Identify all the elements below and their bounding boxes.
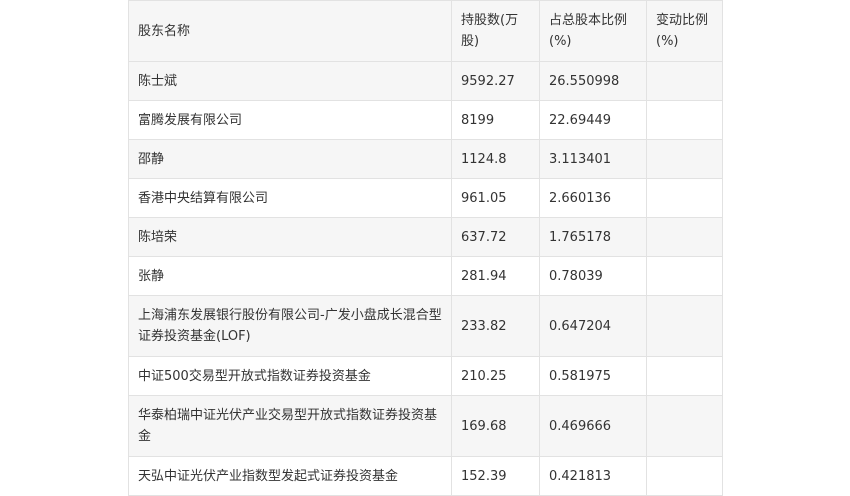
table-row: 陈士斌 9592.27 26.550998 xyxy=(128,61,723,101)
cell-change xyxy=(646,61,723,101)
cell-name: 上海浦东发展银行股份有限公司-广发小盘成长混合型证券投资基金(LOF) xyxy=(128,295,452,357)
cell-change xyxy=(646,295,723,357)
table-row: 陈培荣 637.72 1.765178 xyxy=(128,217,723,257)
cell-ratio: 2.660136 xyxy=(539,178,647,218)
cell-shares: 961.05 xyxy=(451,178,540,218)
cell-shares: 9592.27 xyxy=(451,61,540,101)
cell-name: 中证500交易型开放式指数证券投资基金 xyxy=(128,356,452,396)
cell-name: 富腾发展有限公司 xyxy=(128,100,452,140)
header-share-ratio: 占总股本比例(%) xyxy=(539,0,647,62)
table-row: 富腾发展有限公司 8199 22.69449 xyxy=(128,100,723,140)
cell-change xyxy=(646,178,723,218)
table-row: 天弘中证光伏产业指数型发起式证券投资基金 152.39 0.421813 xyxy=(128,456,723,496)
cell-name: 邵静 xyxy=(128,139,452,179)
cell-shares: 152.39 xyxy=(451,456,540,496)
table-row: 邵静 1124.8 3.113401 xyxy=(128,139,723,179)
cell-shares: 1124.8 xyxy=(451,139,540,179)
table-row: 张静 281.94 0.78039 xyxy=(128,256,723,296)
cell-ratio: 0.469666 xyxy=(539,395,647,457)
cell-shares: 210.25 xyxy=(451,356,540,396)
cell-change xyxy=(646,395,723,457)
cell-ratio: 1.765178 xyxy=(539,217,647,257)
cell-name: 陈培荣 xyxy=(128,217,452,257)
cell-shares: 637.72 xyxy=(451,217,540,257)
cell-shares: 233.82 xyxy=(451,295,540,357)
shareholder-table-container: 股东名称 持股数(万股) 占总股本比例(%) 变动比例(%) 陈士斌 9592.… xyxy=(128,0,723,496)
table-row: 华泰柏瑞中证光伏产业交易型开放式指数证券投资基金 169.68 0.469666 xyxy=(128,395,723,457)
cell-ratio: 0.581975 xyxy=(539,356,647,396)
cell-name: 天弘中证光伏产业指数型发起式证券投资基金 xyxy=(128,456,452,496)
cell-change xyxy=(646,100,723,140)
cell-ratio: 26.550998 xyxy=(539,61,647,101)
shareholder-table: 股东名称 持股数(万股) 占总股本比例(%) 变动比例(%) 陈士斌 9592.… xyxy=(128,0,723,496)
header-shareholder-name: 股东名称 xyxy=(128,0,452,62)
cell-shares: 281.94 xyxy=(451,256,540,296)
cell-name: 陈士斌 xyxy=(128,61,452,101)
table-row: 中证500交易型开放式指数证券投资基金 210.25 0.581975 xyxy=(128,356,723,396)
cell-name: 张静 xyxy=(128,256,452,296)
cell-shares: 169.68 xyxy=(451,395,540,457)
cell-change xyxy=(646,139,723,179)
table-header-row: 股东名称 持股数(万股) 占总股本比例(%) 变动比例(%) xyxy=(128,0,723,62)
cell-change xyxy=(646,456,723,496)
cell-ratio: 0.78039 xyxy=(539,256,647,296)
cell-name: 香港中央结算有限公司 xyxy=(128,178,452,218)
table-row: 上海浦东发展银行股份有限公司-广发小盘成长混合型证券投资基金(LOF) 233.… xyxy=(128,295,723,357)
cell-change xyxy=(646,256,723,296)
table-row: 香港中央结算有限公司 961.05 2.660136 xyxy=(128,178,723,218)
header-change-ratio: 变动比例(%) xyxy=(646,0,723,62)
cell-ratio: 0.421813 xyxy=(539,456,647,496)
header-shares: 持股数(万股) xyxy=(451,0,540,62)
cell-ratio: 0.647204 xyxy=(539,295,647,357)
cell-ratio: 3.113401 xyxy=(539,139,647,179)
cell-ratio: 22.69449 xyxy=(539,100,647,140)
cell-name: 华泰柏瑞中证光伏产业交易型开放式指数证券投资基金 xyxy=(128,395,452,457)
cell-shares: 8199 xyxy=(451,100,540,140)
cell-change xyxy=(646,356,723,396)
cell-change xyxy=(646,217,723,257)
